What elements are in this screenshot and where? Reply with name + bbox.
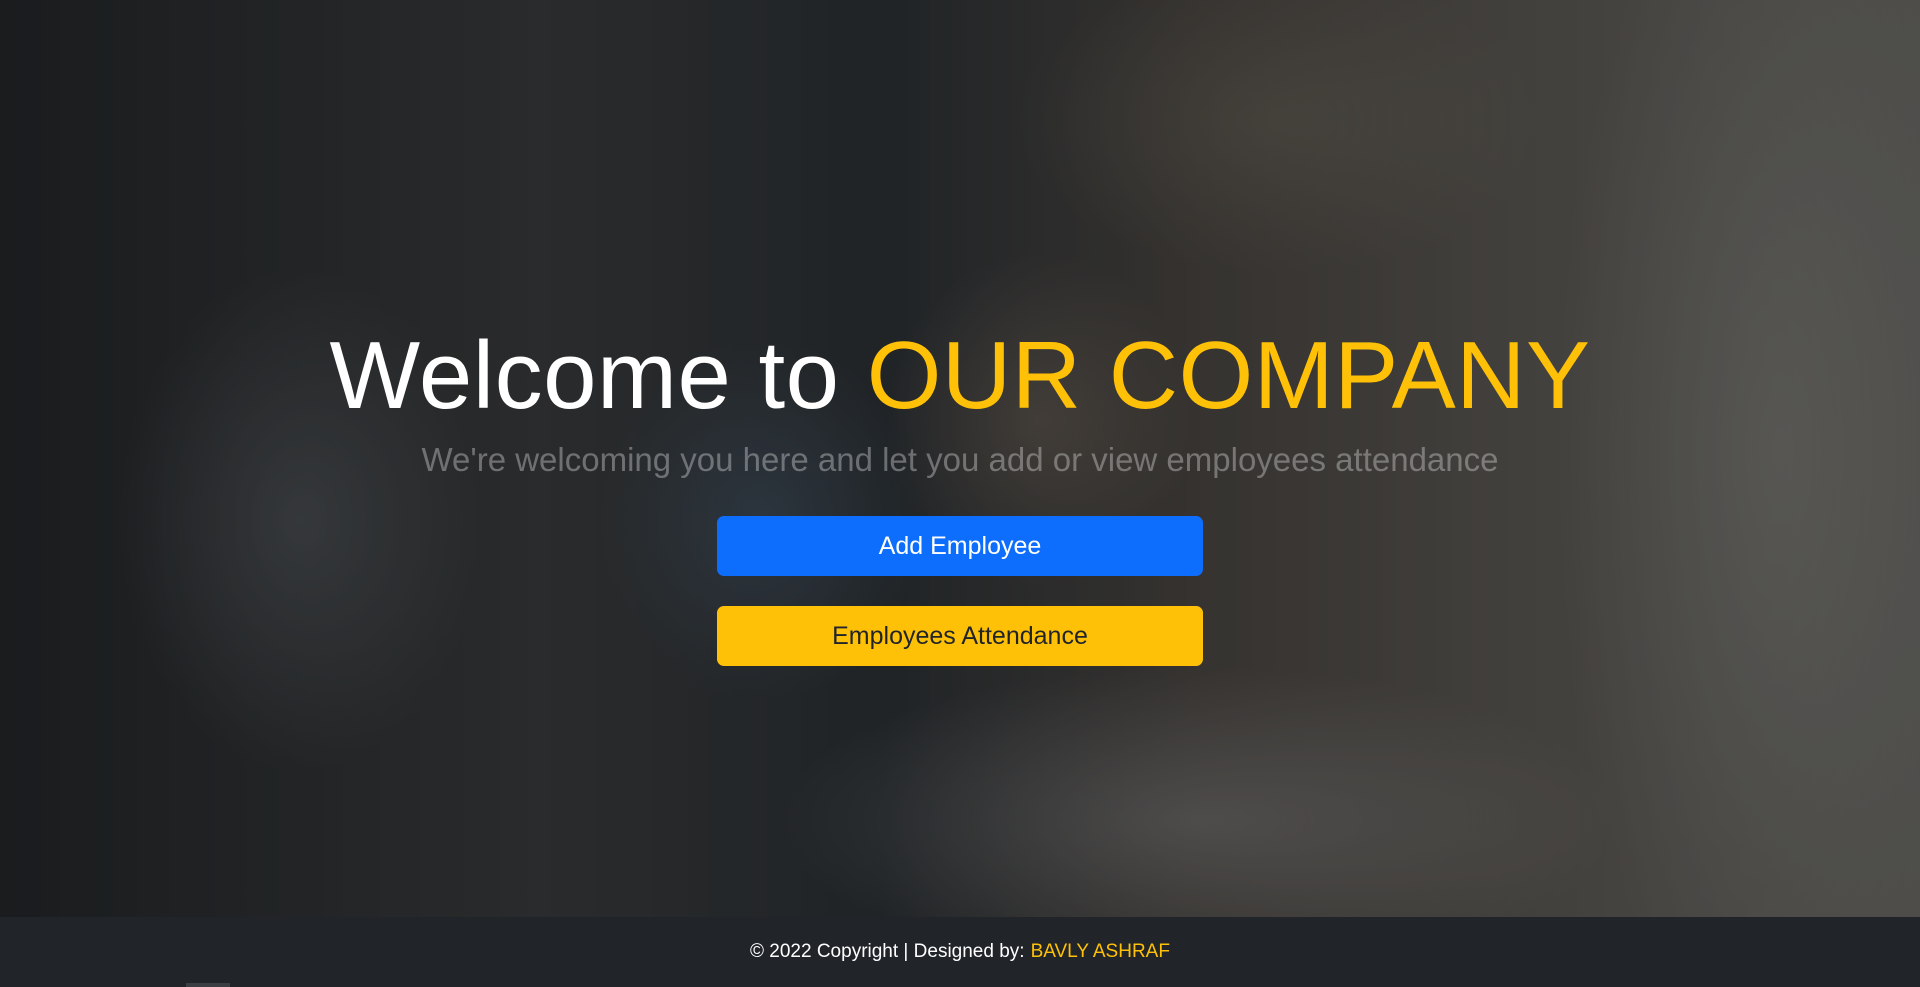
footer-copyright: © 2022 Copyright | Designed by: [750, 941, 1025, 962]
page: Welcome to OUR COMPANY We're welcoming y… [0, 0, 1920, 987]
title-accent: OUR COMPANY [866, 322, 1591, 429]
title-prefix: Welcome to [329, 322, 840, 429]
footer-author-link[interactable]: BAVLY ASHRAF [1031, 941, 1170, 963]
employees-attendance-button[interactable]: Employees Attendance [717, 606, 1203, 666]
footer: © 2022 Copyright | Designed by: BAVLY AS… [0, 917, 1920, 987]
footer-scroll-indicator [186, 983, 230, 987]
add-employee-button[interactable]: Add Employee [717, 516, 1203, 576]
page-subtitle: We're welcoming you here and let you add… [421, 441, 1499, 478]
page-title: Welcome to OUR COMPANY [329, 318, 1590, 434]
hero-section: Welcome to OUR COMPANY We're welcoming y… [0, 0, 1920, 917]
hero-content: Welcome to OUR COMPANY We're welcoming y… [0, 0, 1920, 917]
